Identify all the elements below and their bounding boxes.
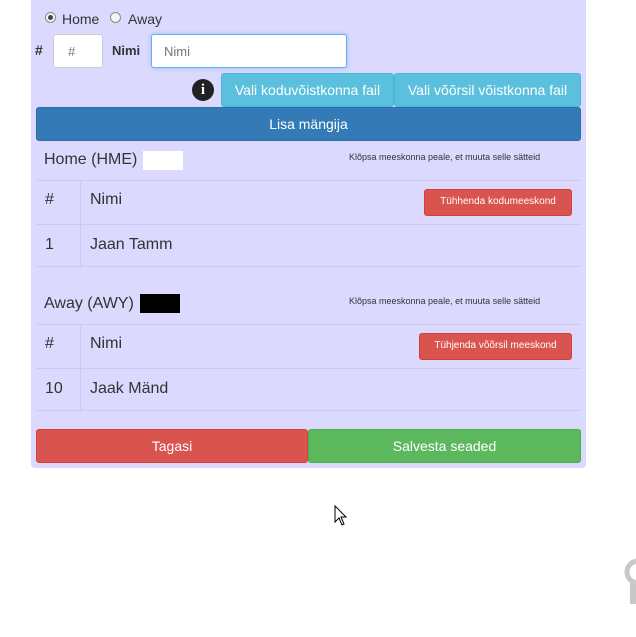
away-player-number[interactable]: 10 [45, 380, 63, 398]
divider [36, 224, 581, 225]
home-team-color-swatch[interactable] [143, 151, 183, 170]
away-radio[interactable] [110, 12, 121, 23]
divider [36, 180, 581, 181]
home-player-number[interactable]: 1 [45, 236, 54, 254]
partial-key-icon [624, 558, 636, 604]
away-file-button[interactable]: Vali võõrsil võistkonna fail [394, 73, 581, 107]
name-input[interactable] [151, 34, 347, 68]
divider [36, 266, 581, 267]
away-team-title[interactable]: Away (AWY) [44, 295, 134, 313]
divider [36, 324, 581, 325]
home-player-name[interactable]: Jaan Tamm [90, 236, 172, 254]
clear-home-team-button[interactable]: Tühhenda kodumeeskond [424, 189, 572, 216]
away-team-hint: Klõpsa meeskonna peale, et muuta selle s… [349, 296, 541, 306]
away-col-number: # [45, 335, 54, 352]
home-radio[interactable] [45, 12, 56, 23]
save-settings-button[interactable]: Salvesta seaded [308, 429, 581, 463]
home-radio-label[interactable]: Home [62, 11, 99, 27]
away-col-name: Nimi [90, 335, 122, 352]
info-circle-icon[interactable]: i [192, 79, 214, 101]
away-radio-label[interactable]: Away [128, 11, 162, 27]
home-col-name: Nimi [90, 191, 122, 208]
number-input[interactable] [53, 34, 103, 68]
clear-away-team-button[interactable]: Tühjenda võõrsil meeskond [419, 333, 572, 360]
back-button[interactable]: Tagasi [36, 429, 308, 463]
divider [36, 410, 581, 411]
home-team-title[interactable]: Home (HME) [44, 151, 137, 169]
name-label: Nimi [112, 43, 141, 58]
home-file-button[interactable]: Vali koduvõistkonna fail [221, 73, 394, 107]
home-col-number: # [45, 191, 54, 208]
away-player-name[interactable]: Jaak Mänd [90, 380, 168, 398]
divider [36, 368, 581, 369]
add-player-button[interactable]: Lisa mängija [36, 107, 581, 141]
home-team-hint: Klõpsa meeskonna peale, et muuta selle s… [349, 152, 541, 162]
number-label: # [35, 42, 43, 58]
mouse-cursor-icon [334, 505, 348, 526]
away-team-color-swatch[interactable] [140, 294, 180, 313]
